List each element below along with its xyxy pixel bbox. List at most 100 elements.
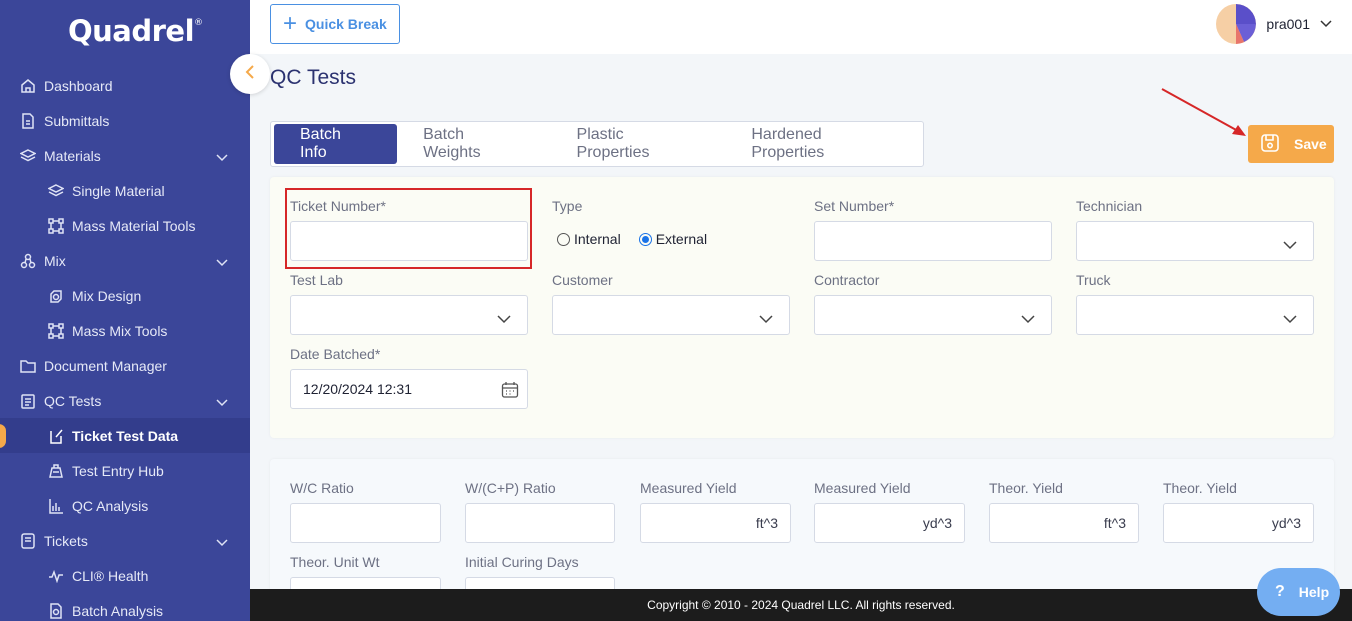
unit-suffix: ft^3 <box>755 515 778 531</box>
tab-batch-info[interactable]: Batch Info <box>274 124 398 164</box>
sidebar-item-label: Ticket Test Data <box>72 427 179 444</box>
measured-yield-ft-field[interactable]: ft^3 <box>640 503 791 543</box>
date-batched-label: Date Batched* <box>290 346 381 362</box>
sidebar-item-label: Dashboard <box>44 77 113 94</box>
sidebar-item-batch-analysis[interactable]: Batch Analysis <box>0 593 250 621</box>
sidebar-nav: Dashboard Submittals Materials Single Ma… <box>0 68 250 621</box>
tab-batch-weights[interactable]: Batch Weights <box>397 124 550 164</box>
layers-icon <box>47 182 65 200</box>
tab-bar: Batch Info Batch Weights Plastic Propert… <box>270 121 924 167</box>
sidebar-item-test-entry-hub[interactable]: Test Entry Hub <box>0 453 250 488</box>
sidebar-item-mass-material-tools[interactable]: Mass Material Tools <box>0 208 250 243</box>
type-label: Type <box>552 198 583 214</box>
save-button[interactable]: Save <box>1248 125 1334 163</box>
truck-select[interactable] <box>1076 295 1314 335</box>
tab-plastic-properties[interactable]: Plastic Properties <box>551 124 726 164</box>
measured-yield-ft-label: Measured Yield <box>640 480 737 496</box>
sidebar-item-label: QC Tests <box>44 392 102 409</box>
customer-label: Customer <box>552 272 613 288</box>
sidebar-item-mass-mix-tools[interactable]: Mass Mix Tools <box>0 313 250 348</box>
top-bar: + Quick Break pra001 <box>250 0 1352 54</box>
quadrel-logo[interactable]: Quadrel® <box>68 14 203 48</box>
sidebar-item-label: Submittals <box>44 112 110 129</box>
measured-yield-yd-field[interactable]: yd^3 <box>814 503 965 543</box>
quick-break-button[interactable]: + Quick Break <box>270 4 400 44</box>
sidebar-item-label: Mix <box>44 252 66 269</box>
sidebar-item-label: Mix Design <box>72 287 142 304</box>
initial-curing-days-label: Initial Curing Days <box>465 554 579 570</box>
wc-ratio-field[interactable] <box>290 503 441 543</box>
contractor-label: Contractor <box>814 272 880 288</box>
chevron-down-icon <box>1283 237 1297 253</box>
annotation-arrow-icon <box>1161 88 1246 136</box>
layers-icon <box>19 147 37 165</box>
sidebar-item-label: Tickets <box>44 532 88 549</box>
tab-hardened-properties[interactable]: Hardened Properties <box>725 124 923 164</box>
home-icon <box>19 77 37 95</box>
sidebar-item-label: Batch Analysis <box>72 602 164 619</box>
type-radio-group: Internal External <box>557 231 707 247</box>
theor-yield-ft-field[interactable]: ft^3 <box>989 503 1139 543</box>
sidebar-item-document-manager[interactable]: Document Manager <box>0 348 250 383</box>
sidebar-item-mix-design[interactable]: Mix Design <box>0 278 250 313</box>
chevron-down-icon <box>1320 15 1332 33</box>
sidebar-item-label: CLI® Health <box>72 567 149 584</box>
sidebar: Quadrel® Dashboard Submittals Materials … <box>0 0 250 621</box>
sidebar-item-label: Document Manager <box>44 357 167 374</box>
technician-select[interactable] <box>1076 221 1314 261</box>
test-lab-select[interactable] <box>290 295 528 335</box>
plus-icon: + <box>283 10 298 37</box>
sidebar-item-materials[interactable]: Materials <box>0 138 250 173</box>
theor-yield-ft-label: Theor. Yield <box>989 480 1063 496</box>
page-title: QC Tests <box>270 66 356 89</box>
theor-yield-yd-field[interactable]: yd^3 <box>1163 503 1314 543</box>
save-icon <box>1260 133 1280 156</box>
chevron-down-icon <box>1021 311 1035 327</box>
ticket-number-field[interactable] <box>290 221 528 261</box>
calendar-icon[interactable] <box>501 381 519 402</box>
help-button[interactable]: ? Help <box>1257 568 1340 616</box>
sidebar-item-mix[interactable]: Mix <box>0 243 250 278</box>
sidebar-item-dashboard[interactable]: Dashboard <box>0 68 250 103</box>
edit-icon <box>47 427 65 445</box>
set-number-field[interactable] <box>814 221 1052 261</box>
nodes-icon <box>47 322 65 340</box>
contractor-select[interactable] <box>814 295 1052 335</box>
date-batched-field[interactable]: 12/20/2024 12:31 <box>290 369 528 409</box>
type-internal-label: Internal <box>574 231 621 247</box>
folder-icon <box>19 357 37 375</box>
type-external-radio[interactable] <box>638 232 652 246</box>
wcp-ratio-field[interactable] <box>465 503 615 543</box>
unit-suffix: yd^3 <box>922 515 952 531</box>
nodes-icon <box>47 217 65 235</box>
sidebar-item-label: Mass Material Tools <box>72 217 196 234</box>
sidebar-item-label: Test Entry Hub <box>72 462 164 479</box>
sidebar-item-submittals[interactable]: Submittals <box>0 103 250 138</box>
footer: Copyright © 2010 - 2024 Quadrel LLC. All… <box>250 589 1352 621</box>
sidebar-item-ticket-test-data[interactable]: Ticket Test Data <box>0 418 250 453</box>
sidebar-item-qc-analysis[interactable]: QC Analysis <box>0 488 250 523</box>
chevron-down-icon <box>216 394 228 410</box>
chevron-down-icon <box>216 149 228 165</box>
chevron-down-icon <box>497 311 511 327</box>
theor-yield-yd-label: Theor. Yield <box>1163 480 1237 496</box>
truck-label: Truck <box>1076 272 1111 288</box>
avatar <box>1216 4 1257 44</box>
chevron-down-icon <box>759 311 773 327</box>
user-menu[interactable]: pra001 <box>1216 4 1332 44</box>
chevron-down-icon <box>1283 311 1297 327</box>
customer-select[interactable] <box>552 295 790 335</box>
sidebar-item-label: Single Material <box>72 182 165 199</box>
sidebar-item-qc-tests[interactable]: QC Tests <box>0 383 250 418</box>
collapse-sidebar-button[interactable] <box>230 54 270 94</box>
date-batched-value: 12/20/2024 12:31 <box>303 381 412 397</box>
sidebar-item-cli-health[interactable]: CLI® Health <box>0 558 250 593</box>
chevron-down-icon <box>216 534 228 550</box>
sidebar-item-tickets[interactable]: Tickets <box>0 523 250 558</box>
test-lab-label: Test Lab <box>290 272 343 288</box>
sidebar-item-single-material[interactable]: Single Material <box>0 173 250 208</box>
type-internal-radio[interactable] <box>557 232 570 246</box>
hub-icon <box>47 462 65 480</box>
chevron-down-icon <box>216 254 228 270</box>
clipboard-icon <box>19 392 37 410</box>
